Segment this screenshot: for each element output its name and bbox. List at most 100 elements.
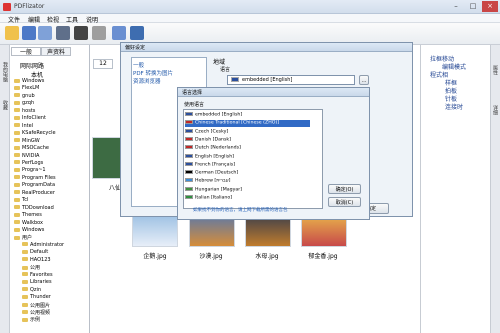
tree-item-label: Libraries (30, 279, 52, 286)
tree-item[interactable]: Windows (14, 78, 44, 84)
tree-item-label: Default (30, 249, 49, 256)
tree-item[interactable]: ProgramData (14, 182, 55, 188)
dialog-title: 偏好设定 (125, 45, 146, 51)
folder-icon (14, 167, 20, 172)
tree-item[interactable]: Walkbox (14, 220, 43, 226)
tree-item[interactable]: hosts (14, 108, 35, 114)
tree-item[interactable]: gzqh (14, 100, 34, 106)
pref-item-pdf-to-image[interactable]: PDF 转换为图片 (133, 69, 173, 77)
tree-item[interactable]: KSafeRecycle (14, 130, 56, 136)
tree-item-label: InfoClient (22, 115, 46, 122)
minimize-button[interactable]: – (448, 1, 464, 12)
paste-icon[interactable] (56, 26, 70, 40)
language-option[interactable]: Italian [Italiano] (185, 195, 310, 202)
thumbnail-caption: 沙漠.jpg (199, 253, 223, 260)
tab-general[interactable]: 一般 (11, 47, 41, 56)
dialog-section: 使用语言 (184, 102, 205, 108)
browse-language-button[interactable]: … (359, 75, 369, 85)
tree-item[interactable]: Favorites (22, 272, 53, 278)
language-field[interactable]: embedded [English] (227, 75, 355, 85)
delete-icon[interactable] (74, 26, 88, 40)
tree-item[interactable]: Intel (14, 123, 33, 129)
folder-icon (22, 294, 28, 299)
language-option[interactable]: Chinese Traditional [Chinese (ZHO)] (185, 120, 310, 128)
tree-item-label: Favorites (30, 271, 53, 278)
folder-icon (22, 272, 28, 277)
pref-item-general[interactable]: 一般 (133, 61, 144, 69)
tab-my-computer[interactable]: 我的电脑 (1, 62, 9, 82)
preview-icon[interactable] (92, 26, 106, 40)
folder-icon (14, 123, 20, 128)
flag-icon (185, 120, 193, 125)
right-item[interactable]: 连接时 (445, 102, 463, 111)
flag-icon (185, 170, 193, 175)
tree-item[interactable]: Thunder (22, 294, 51, 300)
tree-item[interactable]: MSOCache (14, 145, 49, 151)
refresh-icon[interactable] (130, 26, 144, 40)
tree-item-label: Windows (22, 78, 45, 84)
dialog-ok-button[interactable]: 确定(O) (328, 184, 361, 194)
language-option[interactable]: German [Deutsch] (185, 170, 310, 177)
cut-icon[interactable] (22, 26, 36, 40)
tree-item[interactable]: Qzin (22, 287, 41, 293)
tree-item[interactable]: 示例 (22, 316, 40, 323)
tree-item[interactable]: Tcl (14, 197, 28, 203)
folder-icon (14, 145, 20, 150)
language-label: Italian [Italiano] (195, 195, 233, 201)
tree-item[interactable]: 公用图片 (22, 302, 50, 309)
folder-icon (14, 190, 20, 195)
tree-item[interactable]: Default (22, 249, 48, 255)
tab-details[interactable]: 详细 (491, 105, 499, 115)
folder-icon (14, 182, 20, 187)
folder-icon (22, 279, 28, 284)
open-folder-icon[interactable] (5, 26, 19, 40)
flag-icon (185, 186, 193, 191)
pref-item-explorer[interactable]: 资源浏览器 (133, 77, 161, 85)
tree-item[interactable]: Themes (14, 212, 42, 218)
tree-item[interactable]: Administrator (22, 242, 64, 248)
convert-icon[interactable] (112, 26, 126, 40)
tree-item[interactable]: FlexLM (14, 85, 39, 91)
tree-item[interactable]: HAO123 (22, 257, 51, 263)
tab-sound-data[interactable]: 声资料 (41, 47, 71, 56)
tree-item[interactable]: NVIDIA (14, 153, 39, 159)
language-option[interactable]: Czech [Cesky] (185, 128, 310, 136)
language-option[interactable]: Hebrew [עברית] (185, 178, 310, 185)
folder-icon (14, 93, 20, 98)
tree-item[interactable]: 公用 (22, 264, 40, 271)
language-option[interactable]: Dutch [Nederlands] (185, 145, 310, 152)
tree-item-label: Program Files (22, 174, 56, 181)
folder-icon (14, 235, 20, 240)
tree-item-label: MinGW (22, 137, 40, 144)
dialog-cancel-button[interactable]: 取消(C) (328, 197, 361, 207)
language-option[interactable]: French [Français] (185, 161, 310, 169)
path-combo[interactable]: 12 (93, 59, 113, 69)
tab-favorites[interactable]: 收藏 (1, 100, 9, 110)
language-option[interactable]: Danish [Dansk] (185, 136, 310, 144)
tree-item[interactable]: 用户 (14, 234, 32, 241)
folder-icon (14, 212, 20, 217)
tree-item[interactable]: 公用视频 (22, 309, 50, 316)
language-option[interactable]: Hungarian [Magyar] (185, 186, 310, 194)
maximize-button[interactable]: □ (465, 1, 481, 12)
language-option[interactable]: embedded [English] (185, 112, 310, 119)
tab-network[interactable]: 网际网路 (20, 61, 44, 70)
flag-icon (185, 178, 193, 183)
tree-item-label: Progra~1 (22, 167, 46, 174)
tree-item[interactable]: InfoClient (14, 115, 46, 121)
language-label: English [English] (195, 154, 234, 159)
tree-item[interactable]: Windows (14, 227, 44, 233)
tree-item[interactable]: MinGW (14, 138, 40, 144)
tree-item-label: 公用图片 (30, 302, 51, 309)
tab-properties[interactable]: 属性 (491, 65, 499, 75)
tree-item[interactable]: RealProducer (14, 190, 55, 196)
close-button[interactable]: × (482, 1, 498, 12)
tree-item[interactable]: TDDownload (14, 205, 54, 211)
copy-icon[interactable] (38, 26, 52, 40)
tree-item[interactable]: PerfLogs (14, 160, 43, 166)
tree-item[interactable]: Program Files (14, 175, 56, 181)
tree-item[interactable]: gnub (14, 93, 35, 99)
tree-item[interactable]: Progra~1 (14, 167, 46, 173)
language-option[interactable]: English [English] (185, 153, 310, 161)
tree-item[interactable]: Libraries (22, 279, 52, 285)
